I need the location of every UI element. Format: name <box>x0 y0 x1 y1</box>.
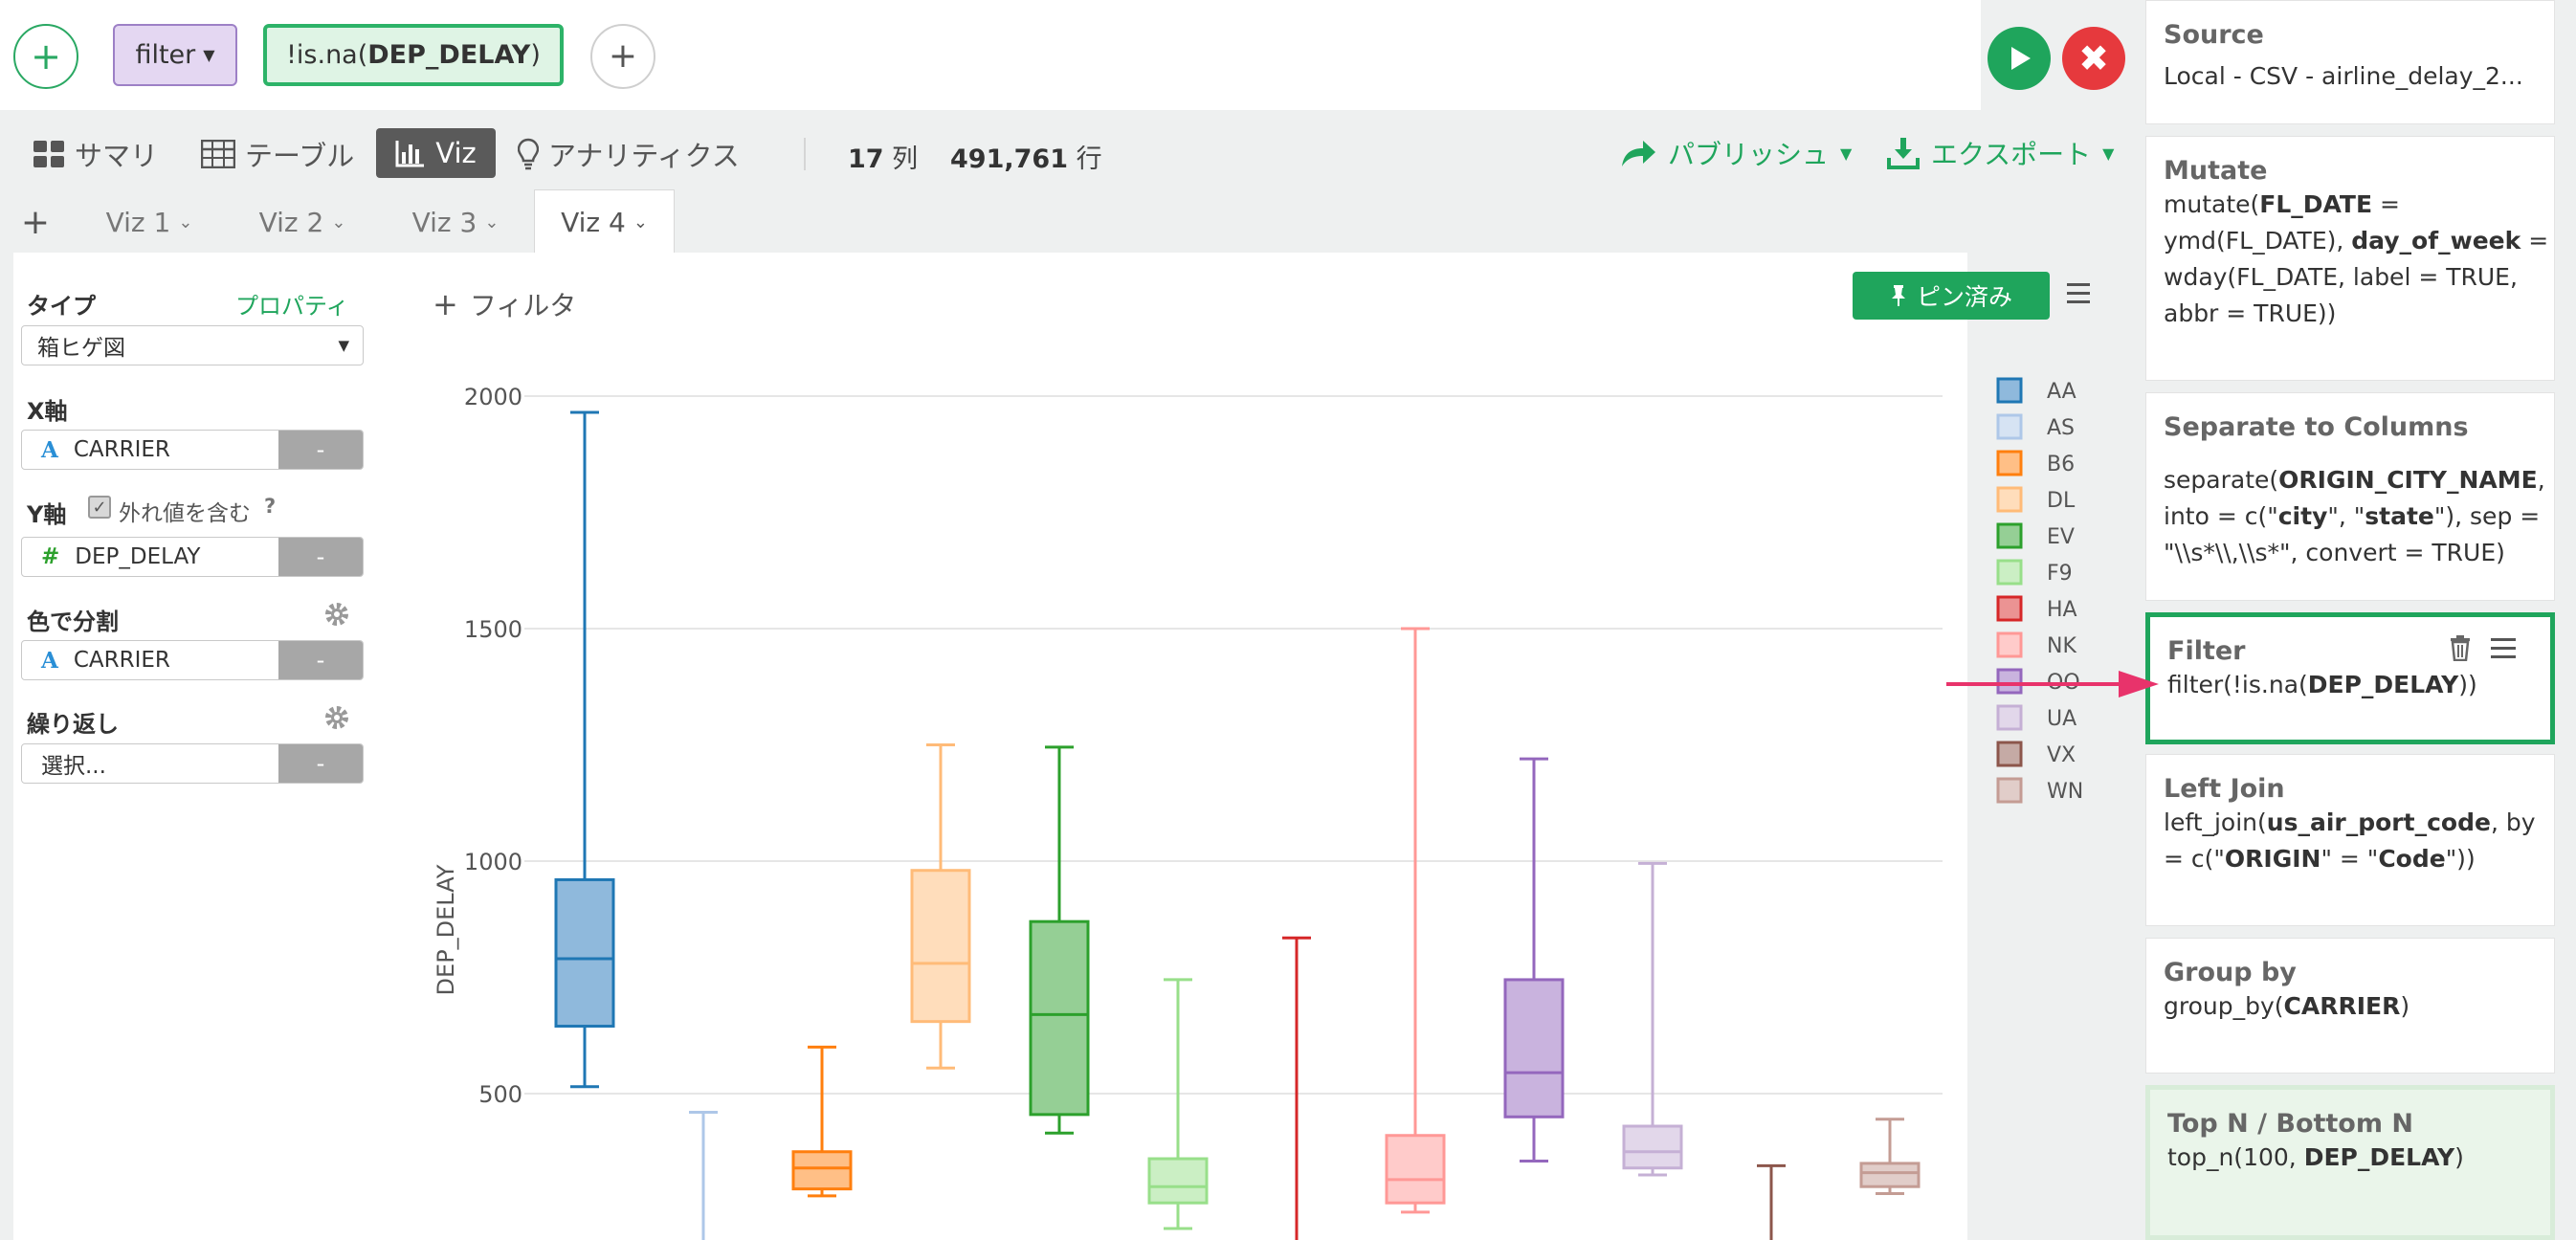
step-code: mutate(FL_DATE = ymd(FL_DATE), day_of_wee… <box>2164 190 2549 327</box>
box-iqr <box>1622 1124 1683 1170</box>
legend-item-f9[interactable]: F9 <box>1996 559 2073 586</box>
step-title: Mutate <box>2164 156 2268 186</box>
legend-label: AA <box>2047 380 2076 404</box>
step-source[interactable]: Source Local - CSV - airline_delay_2... <box>2145 0 2555 124</box>
box-iqr <box>1859 1162 1921 1188</box>
box-f9[interactable] <box>1147 978 1209 1230</box>
box-iqr <box>1029 919 1090 1117</box>
step-code: group_by(CARRIER) <box>2164 992 2410 1020</box>
legend-label: DL <box>2047 489 2076 513</box>
box-plot-chart: 500 1000 1500 2000 DEP_DELAY AA AS B6 DL EV F9 HA… <box>433 377 2083 1240</box>
legend-label: EV <box>2047 525 2075 549</box>
legend-item-as[interactable]: AS <box>1996 413 2075 440</box>
legend-label: WN <box>2047 780 2083 804</box>
legend-swatch <box>1996 377 2023 404</box>
legend-swatch <box>1996 413 2023 440</box>
legend-label: B6 <box>2047 453 2075 476</box>
y-tick-label: 1500 <box>464 616 522 643</box>
legend-item-dl[interactable]: DL <box>1996 486 2076 513</box>
legend-swatch <box>1996 522 2023 549</box>
step-code: separate(ORIGIN_CITY_NAME, into = c("city… <box>2164 466 2545 566</box>
legend-label: NK <box>2047 634 2076 658</box>
legend-swatch <box>1996 704 2023 731</box>
box-iqr <box>1503 978 1565 1118</box>
step-group-by[interactable]: Group by group_by(CARRIER) <box>2145 938 2555 1074</box>
box-nk[interactable] <box>1385 627 1446 1214</box>
box-as[interactable] <box>689 1110 718 1240</box>
legend-label: VX <box>2047 743 2076 767</box>
step-title: Filter <box>2167 636 2246 666</box>
box-iqr <box>554 877 615 1029</box>
legend-label: UA <box>2047 707 2076 731</box>
box-ua[interactable] <box>1622 861 1683 1177</box>
step-code: Local - CSV - airline_delay_2... <box>2164 62 2523 90</box>
legend-item-nk[interactable]: NK <box>1996 631 2076 658</box>
step-title: Group by <box>2164 958 2297 987</box>
legend-swatch <box>1996 486 2023 513</box>
legend-item-aa[interactable]: AA <box>1996 377 2076 404</box>
step-top-n-bottom-n[interactable]: Top N / Bottom N top_n(100, DEP_DELAY) <box>2145 1085 2555 1240</box>
box-ha[interactable] <box>1282 936 1311 1240</box>
step-title: Left Join <box>2164 774 2285 804</box>
legend-label: AS <box>2047 416 2075 440</box>
legend-item-ua[interactable]: UA <box>1996 704 2076 731</box>
step-code: left_join(us_air_port_code, by = c("ORIGI… <box>2164 808 2536 873</box>
step-left-join[interactable]: Left Join left_join(us_air_port_code, by =… <box>2145 754 2555 926</box>
step-filter[interactable]: Filter filter(!is.na(DEP_DELAY)) <box>2145 612 2555 744</box>
trash-icon[interactable] <box>2449 634 2472 665</box>
legend-label: F9 <box>2047 562 2073 586</box>
legend-swatch <box>1996 777 2023 804</box>
step-separate-to-columns[interactable]: Separate to Columns separate(ORIGIN_CITY_… <box>2145 392 2555 601</box>
box-iqr <box>910 869 971 1024</box>
legend-swatch <box>1996 741 2023 767</box>
box-aa[interactable] <box>554 410 615 1089</box>
step-mutate[interactable]: Mutate mutate(FL_DATE = ymd(FL_DATE), day_… <box>2145 136 2555 381</box>
box-ev[interactable] <box>1029 745 1090 1135</box>
legend-item-vx[interactable]: VX <box>1996 741 2076 767</box>
legend-item-ev[interactable]: EV <box>1996 522 2075 549</box>
box-oo[interactable] <box>1503 757 1565 1162</box>
legend-item-wn[interactable]: WN <box>1996 777 2083 804</box>
box-wn[interactable] <box>1859 1118 1921 1195</box>
y-tick-label: 500 <box>478 1081 522 1108</box>
step-code: filter(!is.na(DEP_DELAY)) <box>2167 671 2477 698</box>
box-iqr <box>791 1150 853 1191</box>
box-iqr <box>1385 1134 1446 1205</box>
step-title: Top N / Bottom N <box>2167 1109 2413 1139</box>
legend-label: HA <box>2047 598 2077 622</box>
step-menu-icon[interactable] <box>2491 638 2516 658</box>
legend-item-ha[interactable]: HA <box>1996 595 2077 622</box>
box-dl[interactable] <box>910 743 971 1070</box>
legend-item-b6[interactable]: B6 <box>1996 450 2075 476</box>
legend-swatch <box>1996 559 2023 586</box>
step-title: Separate to Columns <box>2164 412 2469 442</box>
y-axis-title: DEP_DELAY <box>433 864 459 995</box>
highlight-arrow <box>1946 671 2159 698</box>
step-title: Source <box>2164 20 2264 50</box>
box-vx[interactable] <box>1757 1163 1786 1240</box>
y-tick-label: 2000 <box>464 384 522 410</box>
legend-swatch <box>1996 595 2023 622</box>
y-tick-label: 1000 <box>464 849 522 875</box>
legend-swatch <box>1996 450 2023 476</box>
box-b6[interactable] <box>791 1045 853 1198</box>
box-iqr <box>1147 1157 1209 1205</box>
legend-swatch <box>1996 631 2023 658</box>
step-code: top_n(100, DEP_DELAY) <box>2167 1143 2464 1171</box>
